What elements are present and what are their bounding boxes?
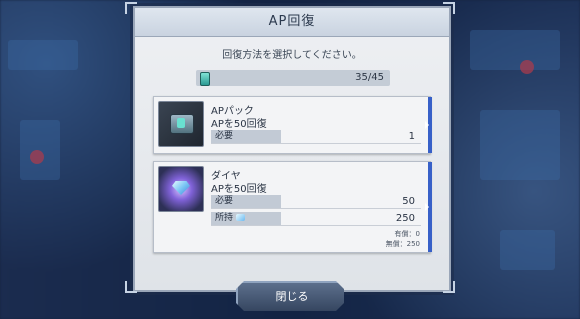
required-row: 必要 1: [211, 130, 421, 144]
required-label: 必要: [211, 130, 281, 143]
option-ap-pack[interactable]: APパック APを50回復 必要 1: [153, 96, 432, 154]
diamond-icon: [158, 166, 204, 212]
required-value: 1: [408, 131, 415, 142]
ap-recovery-dialog: AP回復 回復方法を選択してください。 35/45 APパック APを50回復 …: [133, 6, 451, 292]
ap-value: 35/45: [355, 72, 384, 83]
background-panel: [500, 230, 555, 270]
background-panel: [470, 30, 560, 70]
paid-diamond-count: 有償：0: [394, 230, 420, 238]
option-diamond[interactable]: ダイヤ APを50回復 必要 50 所持 250 有償：0 無償：250: [153, 161, 432, 253]
option-description: APを50回復: [211, 119, 267, 130]
dialog-instruction: 回復方法を選択してください。: [222, 50, 362, 61]
free-diamond-count: 無償：250: [385, 240, 420, 248]
owned-label: 所持: [211, 212, 281, 225]
frame-corner: [125, 2, 137, 14]
owned-row: 所持 250: [211, 212, 421, 226]
background-badge: [30, 150, 44, 164]
frame-corner: [443, 281, 455, 293]
close-button[interactable]: 閉じる: [236, 281, 344, 311]
frame-corner: [443, 2, 455, 14]
ap-pack-icon: [158, 101, 204, 147]
required-label: 必要: [211, 195, 281, 208]
ap-canister-icon: [200, 72, 210, 86]
background-badge: [520, 60, 534, 74]
owned-value: 250: [395, 213, 415, 224]
required-row: 必要 50: [211, 195, 421, 209]
diamond-small-icon: [236, 214, 246, 221]
dialog-title: AP回復: [135, 8, 449, 37]
background-panel: [8, 40, 78, 70]
option-description: APを50回復: [211, 184, 267, 195]
background-panel: [480, 110, 560, 180]
frame-corner: [125, 281, 137, 293]
select-arrow-icon: [425, 97, 432, 153]
required-value: 50: [402, 196, 415, 207]
ap-status-bar: 35/45: [196, 70, 390, 86]
select-arrow-icon: [425, 162, 432, 252]
